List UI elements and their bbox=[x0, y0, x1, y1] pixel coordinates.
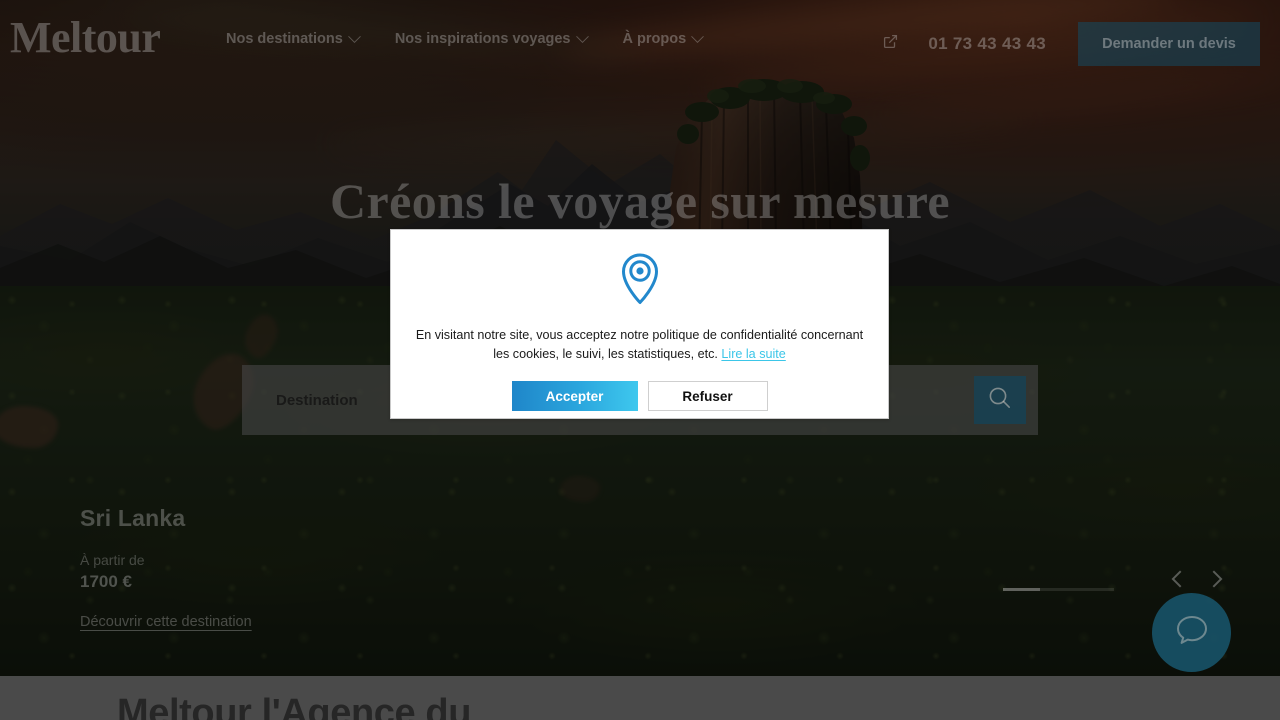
chevron-down-icon bbox=[575, 29, 589, 43]
nav-item-label: Nos destinations bbox=[226, 31, 343, 47]
carousel-arrows bbox=[1171, 570, 1223, 588]
site-logo[interactable]: Meltour bbox=[10, 16, 161, 60]
chevron-down-icon bbox=[691, 29, 705, 43]
nav-item-destinations[interactable]: Nos destinations bbox=[226, 29, 361, 47]
nav-item-label: Nos inspirations voyages bbox=[394, 31, 571, 47]
nav-item-label: À propos bbox=[622, 31, 687, 47]
carousel-progress-segment[interactable] bbox=[1040, 588, 1077, 591]
cookie-consent-message: En visitant notre site, vous acceptez no… bbox=[415, 328, 864, 361]
request-quote-button[interactable]: Demander un devis bbox=[1078, 22, 1260, 66]
site-header: Meltour Nos destinations Nos inspiration… bbox=[0, 0, 1280, 84]
chat-bubble-icon bbox=[1171, 609, 1213, 656]
cookie-consent-text: En visitant notre site, vous acceptez no… bbox=[412, 326, 867, 364]
chat-widget-button[interactable] bbox=[1152, 593, 1231, 672]
accept-cookies-button[interactable]: Accepter bbox=[511, 381, 638, 411]
chevron-left-icon[interactable] bbox=[1171, 570, 1189, 588]
main-navigation: Nos destinations Nos inspirations voyage… bbox=[226, 29, 705, 47]
search-field-label: Destination bbox=[276, 391, 358, 409]
destination-price: 1700 € bbox=[80, 572, 132, 591]
external-link-icon[interactable] bbox=[883, 34, 898, 54]
destination-from-label: À partir de bbox=[80, 552, 145, 568]
search-icon bbox=[987, 385, 1013, 416]
phone-number[interactable]: 01 73 43 43 43 bbox=[928, 34, 1046, 54]
carousel-progress-segment[interactable] bbox=[1077, 588, 1114, 591]
chevron-down-icon bbox=[347, 29, 361, 43]
below-hero-section: Meltour l'Agence du bbox=[0, 676, 1280, 720]
destination-name: Sri Lanka bbox=[80, 505, 186, 531]
refuse-cookies-button[interactable]: Refuser bbox=[647, 381, 768, 411]
hero-title: Créons le voyage sur mesure bbox=[330, 173, 950, 229]
page-root: Meltour l'Agence du Meltour Nos destinat… bbox=[0, 0, 1280, 720]
header-actions: 01 73 43 43 43 Demander un devis bbox=[883, 22, 1280, 66]
nav-item-a-propos[interactable]: À propos bbox=[622, 29, 705, 47]
carousel-progress-indicator bbox=[1003, 588, 1114, 591]
cookie-consent-modal: En visitant notre site, vous acceptez no… bbox=[390, 229, 889, 419]
chevron-right-icon[interactable] bbox=[1205, 570, 1223, 588]
read-more-link[interactable]: Lire la suite bbox=[721, 347, 785, 361]
discover-destination-link[interactable]: Découvrir cette destination bbox=[80, 614, 252, 630]
map-pin-icon bbox=[618, 249, 662, 310]
nav-item-inspirations[interactable]: Nos inspirations voyages bbox=[394, 29, 589, 47]
section-title: Meltour l'Agence du bbox=[117, 692, 472, 720]
cookie-consent-actions: Accepter Refuser bbox=[511, 381, 768, 411]
destination-card: Sri Lanka À partir de 1700 € Découvrir c… bbox=[80, 505, 252, 631]
carousel-progress-segment[interactable] bbox=[1003, 588, 1040, 591]
search-submit-button[interactable] bbox=[974, 376, 1026, 424]
